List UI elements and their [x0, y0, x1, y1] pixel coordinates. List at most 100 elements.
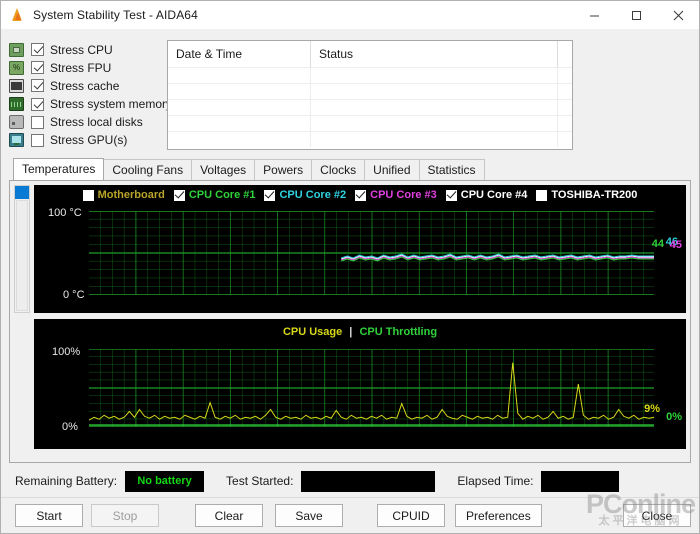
stress-option-memory[interactable]: Stress system memory	[9, 96, 172, 113]
tab-clocks[interactable]: Clocks	[311, 159, 366, 180]
window-controls	[573, 1, 699, 30]
cache-icon	[9, 78, 24, 93]
legend-item-cpu-core-3[interactable]: CPU Core #3	[355, 189, 437, 201]
top-section: Stress CPU % Stress FPU Stress cache Str…	[9, 40, 691, 150]
tab-unified[interactable]: Unified	[364, 159, 420, 180]
maximize-button[interactable]	[615, 1, 657, 30]
table-row	[168, 83, 572, 99]
stress-disks-checkbox[interactable]	[31, 115, 44, 129]
cpu-usage-graph: CPU Usage | CPU Throttling 100% 0% 9% 0%	[34, 319, 686, 449]
legend-label-toshiba-tr200: TOSHIBA-TR200	[551, 189, 638, 201]
legend-item-motherboard[interactable]: Motherboard	[82, 189, 165, 201]
usage-readout-value: 9%	[644, 403, 660, 415]
preferences-button[interactable]: Preferences	[455, 504, 542, 527]
temperature-plot	[89, 211, 654, 295]
scrollbar-thumb[interactable]	[15, 186, 29, 199]
minimize-button[interactable]	[573, 1, 615, 30]
temperature-graph: Motherboard CPU Core #1 CPU Core #2 CPU …	[34, 185, 686, 313]
stress-option-fpu[interactable]: % Stress FPU	[9, 59, 154, 76]
legend-item-cpu-core-1[interactable]: CPU Core #1	[173, 189, 256, 201]
column-header-spacer	[558, 41, 572, 67]
legend-label-cpu-core-1: CPU Core #1	[188, 189, 256, 201]
event-log-table[interactable]: Date & Time Status	[167, 40, 573, 150]
status-strip: Remaining Battery: No battery Test Start…	[9, 465, 691, 497]
cpu-icon	[9, 42, 24, 57]
stress-option-cache[interactable]: Stress cache	[9, 77, 154, 94]
stress-cache-checkbox[interactable]	[31, 79, 44, 93]
table-row	[168, 99, 572, 115]
legend-label-cpu-core-3: CPU Core #3	[370, 189, 437, 201]
legend-checkbox-cpu-core-2[interactable]	[264, 189, 276, 201]
disk-icon	[9, 115, 24, 130]
stress-gpu-checkbox[interactable]	[31, 133, 44, 147]
charts-panel: Motherboard CPU Core #1 CPU Core #2 CPU …	[9, 180, 691, 463]
temp-axis-max-label: 100 °C	[48, 207, 82, 219]
usage-axis-max-label: 100%	[52, 346, 81, 358]
usage-chart-title: CPU Usage | CPU Throttling	[34, 326, 686, 338]
legend-item-cpu-core-2[interactable]: CPU Core #2	[264, 189, 346, 201]
temp-axis-min-label: 0 °C	[63, 289, 85, 301]
table-row	[168, 115, 572, 131]
column-header-datetime[interactable]: Date & Time	[168, 41, 311, 67]
save-button[interactable]: Save	[275, 504, 343, 527]
start-button[interactable]: Start	[15, 504, 83, 527]
stress-option-gpu[interactable]: Stress GPU(s)	[9, 132, 154, 149]
stress-option-cpu[interactable]: Stress CPU	[9, 41, 154, 58]
flame-icon	[10, 7, 26, 23]
throttling-readout-value: 0%	[666, 411, 682, 423]
legend-checkbox-cpu-core-3[interactable]	[355, 189, 367, 201]
elapsed-time-value	[541, 470, 620, 492]
usage-title-separator: |	[349, 326, 353, 338]
stress-options-list: Stress CPU % Stress FPU Stress cache Str…	[9, 40, 172, 150]
temp-readout-core3: 45	[669, 239, 682, 251]
event-log-header: Date & Time Status	[168, 41, 572, 67]
tab-voltages[interactable]: Voltages	[191, 159, 256, 180]
window-title: System Stability Test - AIDA64	[33, 8, 198, 22]
temperature-plot-svg	[89, 211, 654, 295]
stress-memory-label: Stress system memory	[50, 97, 173, 112]
legend-checkbox-cpu-core-4[interactable]	[445, 189, 457, 201]
tab-temperatures[interactable]: Temperatures	[13, 158, 105, 180]
cpuid-button[interactable]: CPUID	[377, 504, 445, 527]
column-header-status[interactable]: Status	[311, 41, 558, 67]
usage-plot-svg	[89, 349, 654, 427]
table-row	[168, 131, 572, 147]
tab-cooling-fans[interactable]: Cooling Fans	[103, 159, 193, 180]
usage-chart-area: CPU Usage | CPU Throttling 100% 0% 9% 0%	[14, 319, 686, 449]
legend-label-cpu-core-4: CPU Core #4	[460, 189, 528, 201]
clear-button[interactable]: Clear	[195, 504, 263, 527]
chart-scrollbar[interactable]	[14, 185, 30, 313]
legend-checkbox-toshiba-tr200[interactable]	[536, 189, 548, 201]
tab-powers[interactable]: Powers	[254, 159, 313, 180]
close-button[interactable]: Close	[623, 504, 691, 527]
stress-memory-checkbox[interactable]	[31, 97, 44, 111]
close-window-button[interactable]	[657, 1, 699, 30]
chart-tabs: Temperatures Cooling Fans Voltages Power…	[9, 158, 691, 180]
test-started-label: Test Started:	[226, 474, 294, 488]
temp-readout-core1: 44	[651, 238, 664, 250]
temperature-legend: Motherboard CPU Core #1 CPU Core #2 CPU …	[34, 189, 686, 201]
legend-checkbox-cpu-core-1[interactable]	[173, 189, 185, 201]
event-log-body	[168, 67, 572, 149]
title-bar: System Stability Test - AIDA64	[1, 1, 699, 30]
stress-cpu-label: Stress CPU	[50, 42, 113, 57]
stress-option-disks[interactable]: Stress local disks	[9, 114, 154, 131]
elapsed-time-label: Elapsed Time:	[457, 474, 534, 488]
stress-fpu-label: Stress FPU	[50, 60, 112, 75]
temperature-chart-area: Motherboard CPU Core #1 CPU Core #2 CPU …	[14, 185, 686, 313]
stress-gpu-label: Stress GPU(s)	[50, 133, 128, 148]
legend-label-motherboard: Motherboard	[97, 189, 165, 201]
legend-item-cpu-core-4[interactable]: CPU Core #4	[445, 189, 528, 201]
system-stability-test-window: System Stability Test - AIDA64 Stress CP…	[0, 0, 700, 534]
stress-cache-label: Stress cache	[50, 78, 120, 93]
tab-statistics[interactable]: Statistics	[418, 159, 485, 180]
legend-checkbox-motherboard[interactable]	[82, 189, 94, 201]
legend-item-toshiba-tr200[interactable]: TOSHIBA-TR200	[536, 189, 637, 201]
stress-cpu-checkbox[interactable]	[31, 43, 44, 57]
usage-title-cpu-usage: CPU Usage	[282, 326, 343, 338]
table-row	[168, 67, 572, 83]
remaining-battery-value: No battery	[125, 470, 205, 492]
gpu-icon	[9, 133, 24, 148]
remaining-battery-label: Remaining Battery:	[15, 474, 118, 488]
stress-fpu-checkbox[interactable]	[31, 61, 44, 75]
